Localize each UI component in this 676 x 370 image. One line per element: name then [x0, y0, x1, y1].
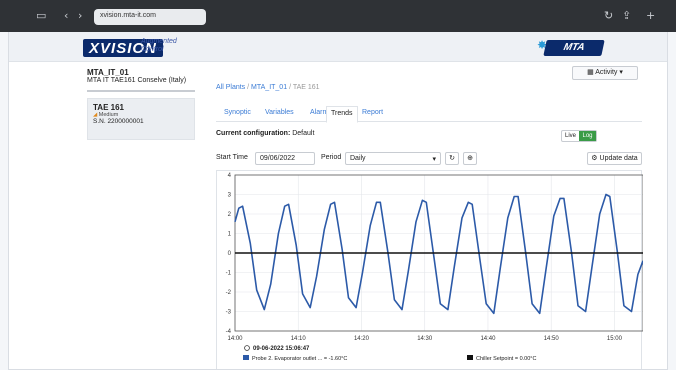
divider [87, 90, 195, 92]
crumb-all-plants[interactable]: All Plants [216, 84, 245, 91]
sidebar-toggle-icon[interactable]: ▭ [36, 9, 46, 22]
forward-icon[interactable]: › [78, 9, 82, 22]
y-tick-label: 0 [228, 251, 232, 257]
trend-chart[interactable]: 4 3 2 1 0 -1 -2 -3 -4 14:00 14:10 14:20 14:30 14:40 14… [216, 170, 644, 370]
legend-label: Chiller Setpoint = 0.00°C [476, 356, 536, 362]
app-header: XVISION Augmented Control ✸ MTA [9, 32, 667, 62]
period-label: Period [321, 154, 342, 161]
refresh-button[interactable]: ↻ [445, 152, 459, 165]
update-data-button[interactable]: ⚙ Update data [587, 152, 642, 165]
x-tick-label: 14:00 [227, 336, 243, 342]
y-tick-label: -2 [226, 290, 232, 296]
x-tick-label: 14:30 [417, 336, 433, 342]
chart-svg[interactable]: 4 3 2 1 0 -1 -2 -3 -414:00 14:10 14:20 14:30 14:40 14… [217, 171, 644, 370]
cursor-time: 09-06-2022 15:06:47 [253, 346, 310, 352]
start-time-label: Start Time [216, 154, 248, 161]
crumb-plant[interactable]: MTA_IT_01 [251, 84, 287, 91]
legend-swatch [467, 355, 473, 360]
tab-trends[interactable]: Trends [326, 106, 358, 123]
series-line [234, 193, 644, 315]
current-config: Current configuration: Default [216, 130, 315, 137]
brand-logo: MTA [543, 40, 605, 56]
share-icon[interactable]: ⇪ [622, 9, 631, 22]
y-tick-label: -3 [226, 310, 232, 316]
zoom-icon[interactable]: ⊕ [463, 152, 477, 165]
legend-swatch [243, 355, 249, 360]
back-icon[interactable]: ‹ [64, 9, 68, 22]
start-time-input[interactable]: 09/06/2022 [255, 152, 315, 165]
y-tick-label: -1 [226, 271, 232, 277]
new-tab-icon[interactable]: + [646, 9, 655, 22]
live-log-toggle[interactable]: Live Log [561, 130, 597, 142]
x-tick-label: 15:00 [607, 336, 623, 342]
x-tick-label: 14:10 [291, 336, 307, 342]
clock-icon [244, 345, 250, 351]
plant-info: MTA_IT_01 MTA IT TAE161 Conselve (Italy) [87, 68, 186, 84]
live-button[interactable]: Live [562, 131, 579, 141]
tab-variables[interactable]: Variables [265, 109, 294, 116]
x-tick-label: 14:50 [544, 336, 560, 342]
period-select[interactable]: Daily ▾ [345, 152, 441, 165]
breadcrumb: All Plants / MTA_IT_01 / TAE 161 [216, 84, 320, 91]
tab-bar: Synoptic Variables Alarms Trends Report [216, 106, 642, 123]
y-tick-label: 2 [228, 212, 232, 218]
tab-report[interactable]: Report [362, 109, 383, 116]
plant-desc: MTA IT TAE161 Conselve (Italy) [87, 77, 187, 84]
crumb-unit: TAE 161 [292, 84, 320, 91]
x-tick-label: 14:20 [354, 336, 370, 342]
y-tick-label: 4 [228, 173, 232, 179]
reload-icon[interactable]: ↻ [604, 9, 613, 22]
address-bar[interactable]: xvision.mta-it.com [94, 9, 206, 25]
unit-serial: S.N. 2200000001 [93, 118, 144, 125]
y-tick-label: 3 [228, 193, 232, 199]
unit-card[interactable]: TAE 161 ◢ Medium S.N. 2200000001 [87, 98, 195, 140]
legend-label: Probe 2. Evaporator outlet ... = -1.60°C [252, 356, 347, 362]
activity-dropdown[interactable]: ▦ Activity ▾ [572, 66, 638, 80]
address-text: xvision.mta-it.com [100, 12, 157, 19]
log-button[interactable]: Log [579, 131, 596, 141]
y-tick-label: -4 [226, 329, 232, 335]
unit-name: TAE 161 [93, 103, 124, 112]
browser-toolbar: ▭ ‹ › xvision.mta-it.com ↻ ⇪ + [0, 0, 676, 32]
app-page: XVISION Augmented Control ✸ MTA MTA_IT_01… [8, 32, 668, 370]
y-tick-label: 1 [228, 232, 232, 238]
activity-icon: ▦ [587, 69, 594, 76]
tab-synoptic[interactable]: Synoptic [224, 109, 251, 116]
x-tick-label: 14:40 [480, 336, 496, 342]
logo-subtitle: Augmented Control [141, 38, 177, 53]
plant-id: MTA_IT_01 [87, 68, 129, 77]
